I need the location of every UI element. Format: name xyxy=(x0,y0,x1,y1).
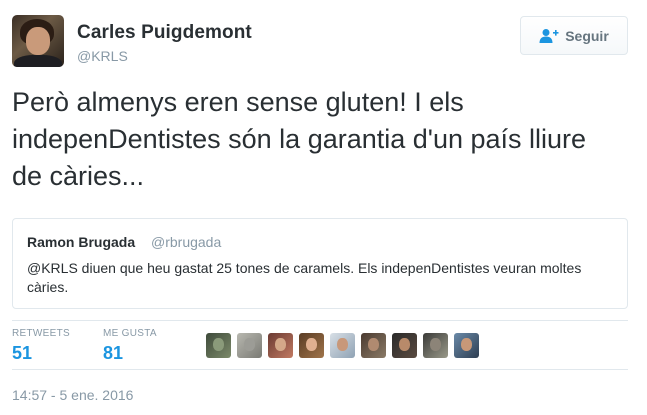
author-handle[interactable]: @KRLS xyxy=(77,48,128,64)
tweet-text: Però almenys eren sense gluten! I els in… xyxy=(12,87,587,191)
follow-button[interactable]: Seguir xyxy=(520,16,628,55)
liker-avatar-1[interactable] xyxy=(206,333,231,358)
author-name[interactable]: Carles Puigdemont xyxy=(77,22,252,44)
liker-avatar-6[interactable] xyxy=(361,333,386,358)
tweet-card: Carles Puigdemont @KRLS Seguir Però alme… xyxy=(0,0,647,415)
likes-label[interactable]: ME GUSTA xyxy=(103,328,157,339)
stats-divider-top xyxy=(12,320,628,321)
follow-button-label: Seguir xyxy=(565,27,609,44)
author-avatar[interactable] xyxy=(12,15,64,67)
quoted-author-handle: @rbrugada xyxy=(151,234,222,250)
quoted-tweet-text: @KRLS diuen que heu gastat 25 tones de c… xyxy=(27,260,582,295)
liker-avatar-4[interactable] xyxy=(299,333,324,358)
liker-avatars xyxy=(206,333,479,358)
retweets-label[interactable]: RETWEETS xyxy=(12,328,70,339)
liker-avatar-9[interactable] xyxy=(454,333,479,358)
liker-avatar-2[interactable] xyxy=(237,333,262,358)
retweets-count[interactable]: 51 xyxy=(12,343,32,364)
liker-avatar-7[interactable] xyxy=(392,333,417,358)
liker-avatar-3[interactable] xyxy=(268,333,293,358)
liker-avatar-8[interactable] xyxy=(423,333,448,358)
person-add-icon xyxy=(539,28,559,44)
quoted-author-name: Ramon Brugada xyxy=(27,234,136,250)
likes-count[interactable]: 81 xyxy=(103,343,123,364)
quoted-tweet[interactable]: Ramon Brugada @rbrugada @KRLS diuen que … xyxy=(12,218,628,309)
stats-divider-bottom xyxy=(12,369,628,370)
tweet-timestamp[interactable]: 14:57 - 5 ene. 2016 xyxy=(12,387,133,403)
liker-avatar-5[interactable] xyxy=(330,333,355,358)
